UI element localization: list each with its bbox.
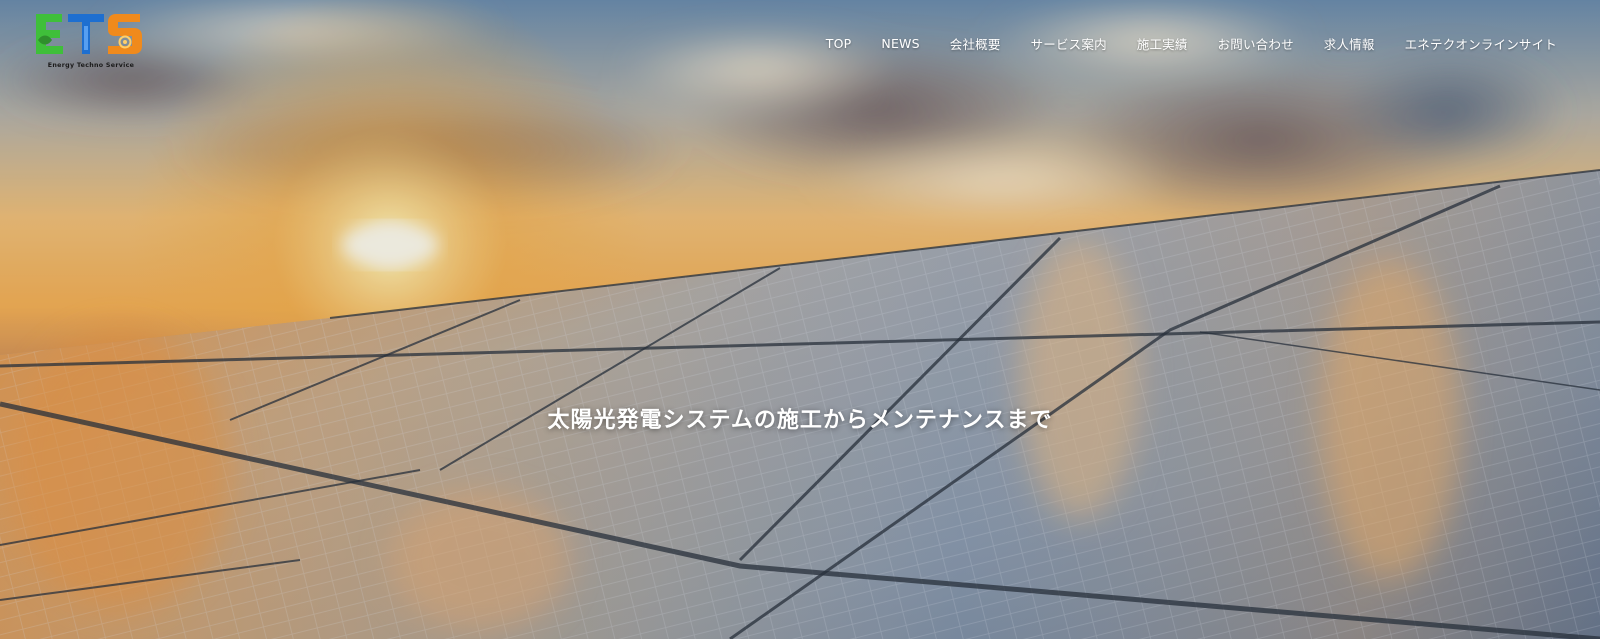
nav-item-company[interactable]: 会社概要: [935, 30, 1016, 57]
main-nav: TOP NEWS 会社概要 サービス案内 施工実績 お問い合わせ 求人情報 エネ…: [811, 30, 1572, 57]
nav-item-online-shop[interactable]: エネテクオンラインサイト: [1390, 30, 1572, 57]
site-header: Energy Techno Service TOP NEWS 会社概要 サービス…: [0, 0, 1600, 80]
nav-item-top[interactable]: TOP: [811, 32, 867, 55]
hero-tagline: 太陽光発電システムの施工からメンテナンスまで: [547, 407, 1053, 433]
nav-item-contact[interactable]: お問い合わせ: [1203, 30, 1309, 57]
svg-text:Energy Techno Service: Energy Techno Service: [48, 62, 134, 69]
nav-item-works[interactable]: 施工実績: [1122, 30, 1203, 57]
hero-background-image: [0, 0, 1600, 639]
nav-item-services[interactable]: サービス案内: [1016, 30, 1122, 57]
nav-item-recruit[interactable]: 求人情報: [1309, 30, 1390, 57]
site-logo[interactable]: Energy Techno Service: [32, 10, 150, 72]
ets-logo-icon: Energy Techno Service: [36, 14, 142, 69]
nav-item-news[interactable]: NEWS: [866, 32, 934, 55]
hero-section: Energy Techno Service TOP NEWS 会社概要 サービス…: [0, 0, 1600, 639]
